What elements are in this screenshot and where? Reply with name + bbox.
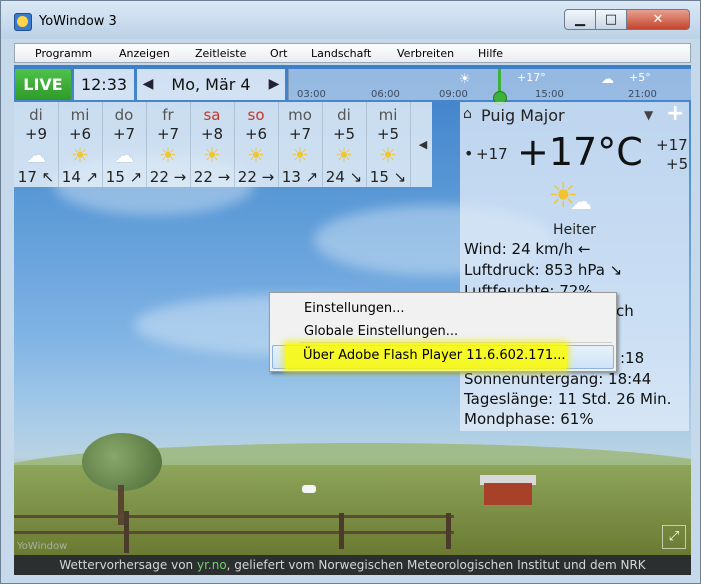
pressure-info: Luftdruck: 853 hPa ↘ xyxy=(464,261,623,279)
menu-landschaft[interactable]: Landschaft xyxy=(311,47,371,60)
yowindow-app-icon xyxy=(14,13,32,31)
current-time[interactable]: 12:33 xyxy=(74,69,134,100)
fence xyxy=(14,515,454,518)
close-button[interactable]: ✕ xyxy=(626,9,690,30)
sunset-info: Sonnenuntergang: 18:44 xyxy=(464,370,652,388)
moonphase-info: Mondphase: 61% xyxy=(464,410,594,428)
forecast-day[interactable]: mi +6 ☀ 14 ↗ xyxy=(58,102,103,187)
sun-cloud-icon: ☀ xyxy=(203,143,221,167)
timeline-hour: 09:00 xyxy=(439,89,468,100)
sun-icon: ☀ xyxy=(335,143,353,167)
menu-ort[interactable]: Ort xyxy=(270,47,288,60)
timeline[interactable]: 03:00 06:00 09:00 15:00 21:00 ☀ +17° ☁ +… xyxy=(288,69,691,105)
window-title: YoWindow 3 xyxy=(39,14,117,29)
menu-item-about-flash[interactable]: Über Adobe Flash Player 11.6.602.171... xyxy=(303,348,566,363)
daylength-info: Tageslänge: 11 Std. 26 Min. xyxy=(464,390,672,408)
menu-zeitleiste[interactable]: Zeitleiste xyxy=(195,47,246,60)
forecast-day[interactable]: sa +8 ☀ 22 → xyxy=(190,102,235,187)
timeline-temp: +5° xyxy=(629,71,651,84)
low-temp: +5 xyxy=(666,155,689,173)
forecast-day[interactable]: do +7 ☁ 15 ↗ xyxy=(102,102,147,187)
timeline-hour: 06:00 xyxy=(371,89,400,100)
rain-cloud-icon: ☁ xyxy=(26,143,46,167)
top-bar: LIVE 12:33 ◀ Mo, Mär 4 ▶ 03:00 06:00 09:… xyxy=(14,65,691,105)
forecast-collapse-icon[interactable]: ◀ xyxy=(414,102,432,187)
menu-programm[interactable]: Programm xyxy=(35,47,92,60)
live-button[interactable]: LIVE xyxy=(15,69,71,100)
menu-hilfe[interactable]: Hilfe xyxy=(478,47,503,60)
current-temperature: +17°C xyxy=(517,130,643,174)
sun-icon: ☀ xyxy=(159,143,177,167)
menu-item-globale-einstellungen[interactable]: Globale Einstellungen... xyxy=(304,324,458,339)
forecast-day[interactable]: fr +7 ☀ 22 → xyxy=(146,102,191,187)
yr-link[interactable]: yr.no xyxy=(197,558,227,572)
title-bar[interactable]: YoWindow 3 ▁ □ ✕ xyxy=(1,1,700,39)
menu-item-einstellungen[interactable]: Einstellungen... xyxy=(304,301,405,316)
timeline-temp: +17° xyxy=(517,71,546,84)
fullscreen-icon[interactable]: ⤢ xyxy=(662,525,686,549)
location-name[interactable]: Puig Major xyxy=(481,106,565,125)
status-bar: Wettervorhersage von yr.no, geliefert vo… xyxy=(14,555,691,575)
forecast-day[interactable]: di +9 ☁ 17 ↖ xyxy=(14,102,59,187)
watermark: YoWindow xyxy=(17,541,68,552)
sunrise-info: :18 xyxy=(620,349,645,367)
sun-cloud-icon: ☀ xyxy=(71,143,89,167)
maximize-button[interactable]: □ xyxy=(595,9,627,30)
forecast-day[interactable]: so +6 ☀ 22 → xyxy=(234,102,279,187)
timeline-hour: 21:00 xyxy=(628,89,657,100)
forecast-strip: di +9 ☁ 17 ↖ mi +6 ☀ 14 ↗ do +7 ☁ 15 ↗ f… xyxy=(14,102,432,187)
sun-cloud-icon: ☀ xyxy=(459,72,471,87)
forecast-day[interactable]: mi +5 ☀ 15 ↘ xyxy=(366,102,411,187)
hidden-info: ch xyxy=(616,302,634,320)
sun-cloud-icon: ☀ xyxy=(291,143,309,167)
sun-cloud-icon: ☀ xyxy=(379,143,397,167)
date-prev-icon[interactable]: ◀ xyxy=(139,69,157,100)
wind-info: Wind: 24 km/h ← xyxy=(464,240,591,258)
sun-icon: ☀ xyxy=(247,143,265,167)
cloud-icon: ☁ xyxy=(114,143,134,167)
menu-bar: Programm Anzeigen Zeitleiste Ort Landsch… xyxy=(14,43,691,63)
farmhouse xyxy=(484,483,532,505)
forecast-day[interactable]: mo +7 ☀ 13 ↗ xyxy=(278,102,323,187)
timeline-hour: 15:00 xyxy=(535,89,564,100)
rain-cloud-icon: ☁ xyxy=(601,72,614,87)
condition-text: Heiter xyxy=(553,222,596,238)
location-dropdown-icon[interactable]: ▼ xyxy=(644,108,653,122)
feels-like-icon: • xyxy=(464,144,474,163)
minimize-button[interactable]: ▁ xyxy=(564,9,596,30)
home-icon[interactable]: ⌂ xyxy=(463,106,472,122)
tree xyxy=(82,433,162,491)
add-location-button[interactable]: + xyxy=(666,101,684,126)
menu-verbreiten[interactable]: Verbreiten xyxy=(397,47,454,60)
current-date[interactable]: Mo, Mär 4 xyxy=(159,69,263,100)
date-next-icon[interactable]: ▶ xyxy=(265,69,283,100)
high-temp: +17 xyxy=(656,136,688,154)
app-window: YoWindow 3 ▁ □ ✕ Programm Anzeigen Zeitl… xyxy=(0,0,701,584)
weather-panel: ⌂ Puig Major ▼ + • +17 +17°C +17 +5 ☀ ☁ … xyxy=(460,101,689,431)
forecast-day[interactable]: di +5 ☀ 24 ↘ xyxy=(322,102,367,187)
menu-anzeigen[interactable]: Anzeigen xyxy=(119,47,170,60)
horse xyxy=(302,485,316,493)
timeline-hour: 03:00 xyxy=(297,89,326,100)
date-selector: ◀ Mo, Mär 4 ▶ xyxy=(137,69,285,100)
feels-like-temp: +17 xyxy=(476,145,508,163)
